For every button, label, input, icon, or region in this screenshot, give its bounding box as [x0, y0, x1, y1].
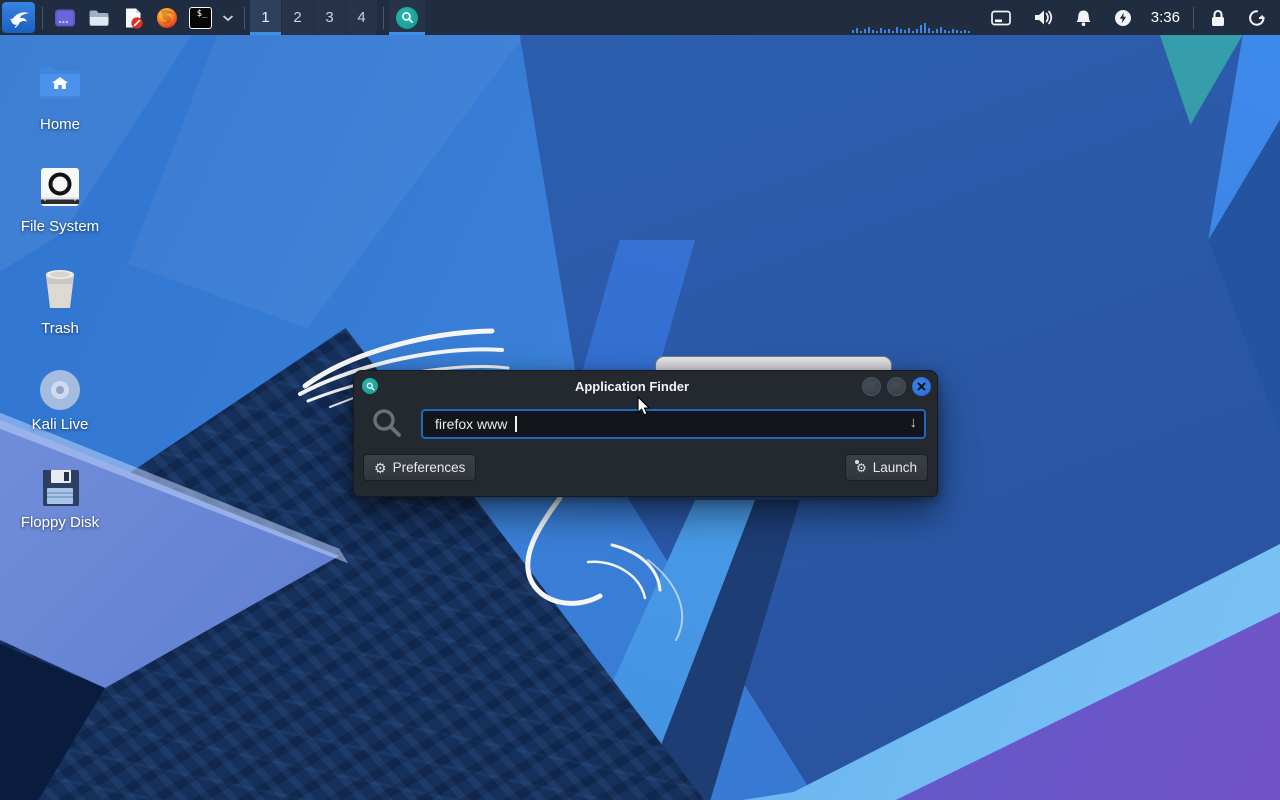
- firefox-icon: [157, 7, 177, 28]
- applications-menu-button[interactable]: [0, 0, 37, 35]
- volume-icon: [1034, 10, 1052, 25]
- logout-icon: [1249, 9, 1265, 26]
- folder-icon: [89, 10, 109, 26]
- panel-separator: [383, 6, 384, 29]
- desktop-icon-kali-live[interactable]: Kali Live: [12, 360, 108, 433]
- preferences-button[interactable]: ⚙ Preferences: [363, 454, 477, 481]
- gear-icon: ⚙: [374, 459, 387, 476]
- keyboard-icon: [990, 10, 1011, 25]
- tray-keyboard-button[interactable]: [980, 0, 1022, 35]
- terminal-icon: $_: [189, 6, 212, 29]
- launcher-file-manager[interactable]: [82, 0, 116, 35]
- taskbar-application-finder[interactable]: [389, 0, 425, 35]
- launcher-terminal-app[interactable]: [48, 0, 82, 35]
- workspace-4-button[interactable]: 4: [346, 0, 377, 35]
- close-icon: [917, 381, 926, 391]
- desktop-icon-trash[interactable]: Trash: [12, 258, 108, 337]
- workspace-2-button[interactable]: 2: [282, 0, 313, 35]
- power-manager-icon: [1114, 9, 1131, 26]
- workspace-switcher: 1 2 3 4: [250, 0, 389, 35]
- desktop-icon-label: Home: [39, 116, 80, 133]
- launcher-text-editor[interactable]: [116, 0, 150, 35]
- application-finder-icon: [362, 378, 378, 394]
- tray-power-manager-button[interactable]: [1103, 0, 1143, 35]
- launcher-terminal-emulator[interactable]: $_: [184, 0, 217, 35]
- trash-icon: [40, 258, 80, 310]
- minimize-button[interactable]: [862, 376, 881, 396]
- dropdown-arrow-icon[interactable]: ↓: [910, 414, 918, 431]
- search-icon: [396, 6, 418, 29]
- launch-label: Launch: [872, 460, 917, 475]
- launcher-firefox[interactable]: [150, 0, 184, 35]
- desktop-icon-label: Trash: [41, 320, 79, 337]
- desktop-icon-home[interactable]: Home: [12, 48, 108, 133]
- top-panel: $_ 1 2 3 4 3:36: [0, 0, 1280, 35]
- preferences-label: Preferences: [392, 460, 466, 475]
- bell-icon: [1076, 10, 1091, 26]
- search-icon: [373, 409, 401, 437]
- window-title: Application Finder: [574, 378, 690, 394]
- optical-disc-icon: [38, 360, 82, 412]
- purple-terminal-icon: [55, 9, 75, 26]
- panel-separator: [1193, 6, 1194, 29]
- search-input[interactable]: [421, 409, 926, 439]
- home-folder-icon: [38, 48, 82, 100]
- desktop-icon-label: File System: [20, 218, 100, 235]
- launch-button[interactable]: ⚙ Launch: [844, 454, 928, 481]
- tray-notifications-button[interactable]: [1064, 0, 1103, 35]
- panel-launchers: $_: [0, 0, 250, 35]
- search-input-wrap: ↓: [421, 409, 926, 439]
- kali-logo-icon: [2, 2, 35, 33]
- text-caret: [515, 416, 517, 432]
- floppy-disk-icon: [39, 456, 81, 508]
- hard-drive-icon: [39, 156, 81, 208]
- desktop-icon-label: Kali Live: [31, 416, 89, 433]
- maximize-button[interactable]: [887, 376, 906, 396]
- panel-separator: [244, 6, 245, 29]
- desktop-icon-list: Home File System Trash Kali Live Floppy …: [12, 48, 108, 554]
- text-editor-icon: [126, 8, 143, 29]
- logout-button[interactable]: [1237, 0, 1280, 35]
- workspace-3-button[interactable]: 3: [314, 0, 345, 35]
- search-row: ↓: [354, 401, 937, 441]
- workspace-1-button[interactable]: 1: [250, 0, 281, 35]
- lock-icon: [1212, 9, 1224, 26]
- desktop-icon-file-system[interactable]: File System: [12, 156, 108, 235]
- launch-icon: ⚙: [854, 460, 867, 475]
- action-row: ⚙ Preferences ⚙ Launch: [354, 441, 937, 481]
- chevron-down-icon: [222, 14, 234, 21]
- application-finder-window: Application Finder ↓ ⚙ Preferences ⚙: [353, 370, 938, 497]
- lock-screen-button[interactable]: [1199, 0, 1237, 35]
- panel-clock[interactable]: 3:36: [1143, 9, 1188, 26]
- tray-volume-button[interactable]: [1022, 0, 1064, 35]
- system-monitor-graph[interactable]: [851, 1, 980, 34]
- titlebar[interactable]: Application Finder: [354, 371, 937, 401]
- desktop-icon-label: Floppy Disk: [20, 514, 100, 531]
- panel-separator: [42, 6, 43, 29]
- desktop-icon-floppy-disk[interactable]: Floppy Disk: [12, 456, 108, 531]
- launcher-overflow-chevron[interactable]: [217, 0, 239, 35]
- close-button[interactable]: [912, 376, 931, 396]
